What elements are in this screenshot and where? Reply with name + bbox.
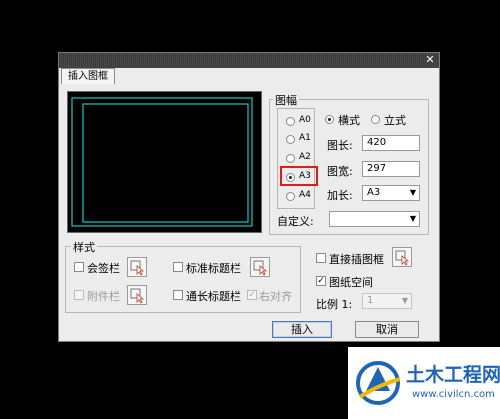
custom-label: 自定义: (277, 215, 314, 228)
length-input[interactable]: 420 (362, 135, 420, 151)
size-label-a0: A0 (299, 115, 311, 125)
extend-select[interactable]: A3 ▼ (362, 185, 420, 201)
watermark-brand: 土木工程网 (406, 364, 500, 386)
paper-space-label: 图纸空间 (329, 276, 373, 289)
landscape-label: 横式 (338, 114, 360, 127)
attachment-bar-checkbox[interactable] (74, 290, 84, 300)
sign-bar-label: 会签栏 (87, 262, 120, 275)
frame-preview-drawing (71, 97, 253, 227)
long-title-block-label: 通长标题栏 (186, 290, 241, 303)
width-label: 图宽: (327, 165, 353, 178)
cursor-pick-icon (395, 250, 410, 266)
long-title-block-checkbox[interactable] (173, 290, 183, 300)
tab-insert-frame[interactable]: 插入图框 (61, 68, 115, 84)
title-block-pick-button[interactable] (250, 257, 270, 277)
cursor-pick-icon (253, 260, 268, 276)
scale-select[interactable]: 1 ▼ (362, 293, 412, 309)
align-right-checkbox[interactable]: ✓ (247, 290, 257, 300)
chevron-down-icon: ▼ (401, 296, 408, 305)
extend-label: 加长: (327, 189, 353, 202)
size-group-title: 图幅 (273, 92, 299, 108)
custom-select[interactable]: ▼ (329, 211, 420, 227)
civilcn-watermark: 土木工程网 www.civilcn.com (348, 347, 500, 419)
size-label-a1: A1 (299, 133, 311, 143)
cancel-button[interactable]: 取消 (355, 321, 419, 338)
insert-button[interactable]: 插入 (272, 321, 332, 338)
chevron-down-icon: ▼ (409, 214, 416, 223)
scale-label: 比例 1: (316, 298, 353, 311)
direct-insert-checkbox[interactable] (316, 253, 326, 263)
sign-bar-pick-button[interactable] (127, 257, 147, 277)
style-group-title: 样式 (71, 239, 97, 255)
extend-select-value: A3 (367, 187, 381, 198)
dialog-titlebar[interactable]: ✕ (59, 53, 439, 68)
portrait-label: 立式 (384, 114, 406, 127)
scale-select-value: 1 (367, 295, 374, 306)
paper-space-checkbox[interactable]: ✓ (316, 276, 326, 286)
size-label-a4: A4 (299, 190, 311, 200)
direct-insert-pick-button[interactable] (392, 247, 412, 267)
landscape-radio[interactable] (325, 115, 334, 124)
portrait-radio[interactable] (371, 115, 380, 124)
length-label: 图长: (327, 139, 353, 152)
size-label-a2: A2 (299, 152, 311, 162)
frame-preview (67, 91, 262, 233)
insert-frame-dialog: ✕ 插入图框 图幅 A0 A1 A2 A3 A4 横式 立式 图长: 420 图… (58, 52, 440, 342)
cursor-pick-icon (130, 260, 145, 276)
title-block-checkbox[interactable] (173, 262, 183, 272)
align-right-label: 右对齐 (259, 290, 292, 303)
size-radio-a2[interactable] (286, 154, 295, 163)
size-radio-a0[interactable] (286, 117, 295, 126)
direct-insert-label: 直接插图框 (329, 253, 384, 266)
chevron-down-icon: ▼ (409, 188, 416, 197)
width-input[interactable]: 297 (362, 161, 420, 177)
sign-bar-checkbox[interactable] (74, 262, 84, 272)
attachment-bar-pick-button[interactable] (127, 285, 147, 305)
title-block-label: 标准标题栏 (186, 262, 241, 275)
watermark-url: www.civilcn.com (412, 389, 495, 400)
civilcn-logo-icon (356, 361, 401, 405)
attachment-bar-label: 附件栏 (87, 290, 120, 303)
size-radio-a4[interactable] (286, 192, 295, 201)
a3-highlight-box (280, 166, 318, 186)
size-radio-a1[interactable] (286, 135, 295, 144)
close-icon[interactable]: ✕ (424, 54, 436, 66)
cursor-pick-icon (130, 288, 145, 304)
